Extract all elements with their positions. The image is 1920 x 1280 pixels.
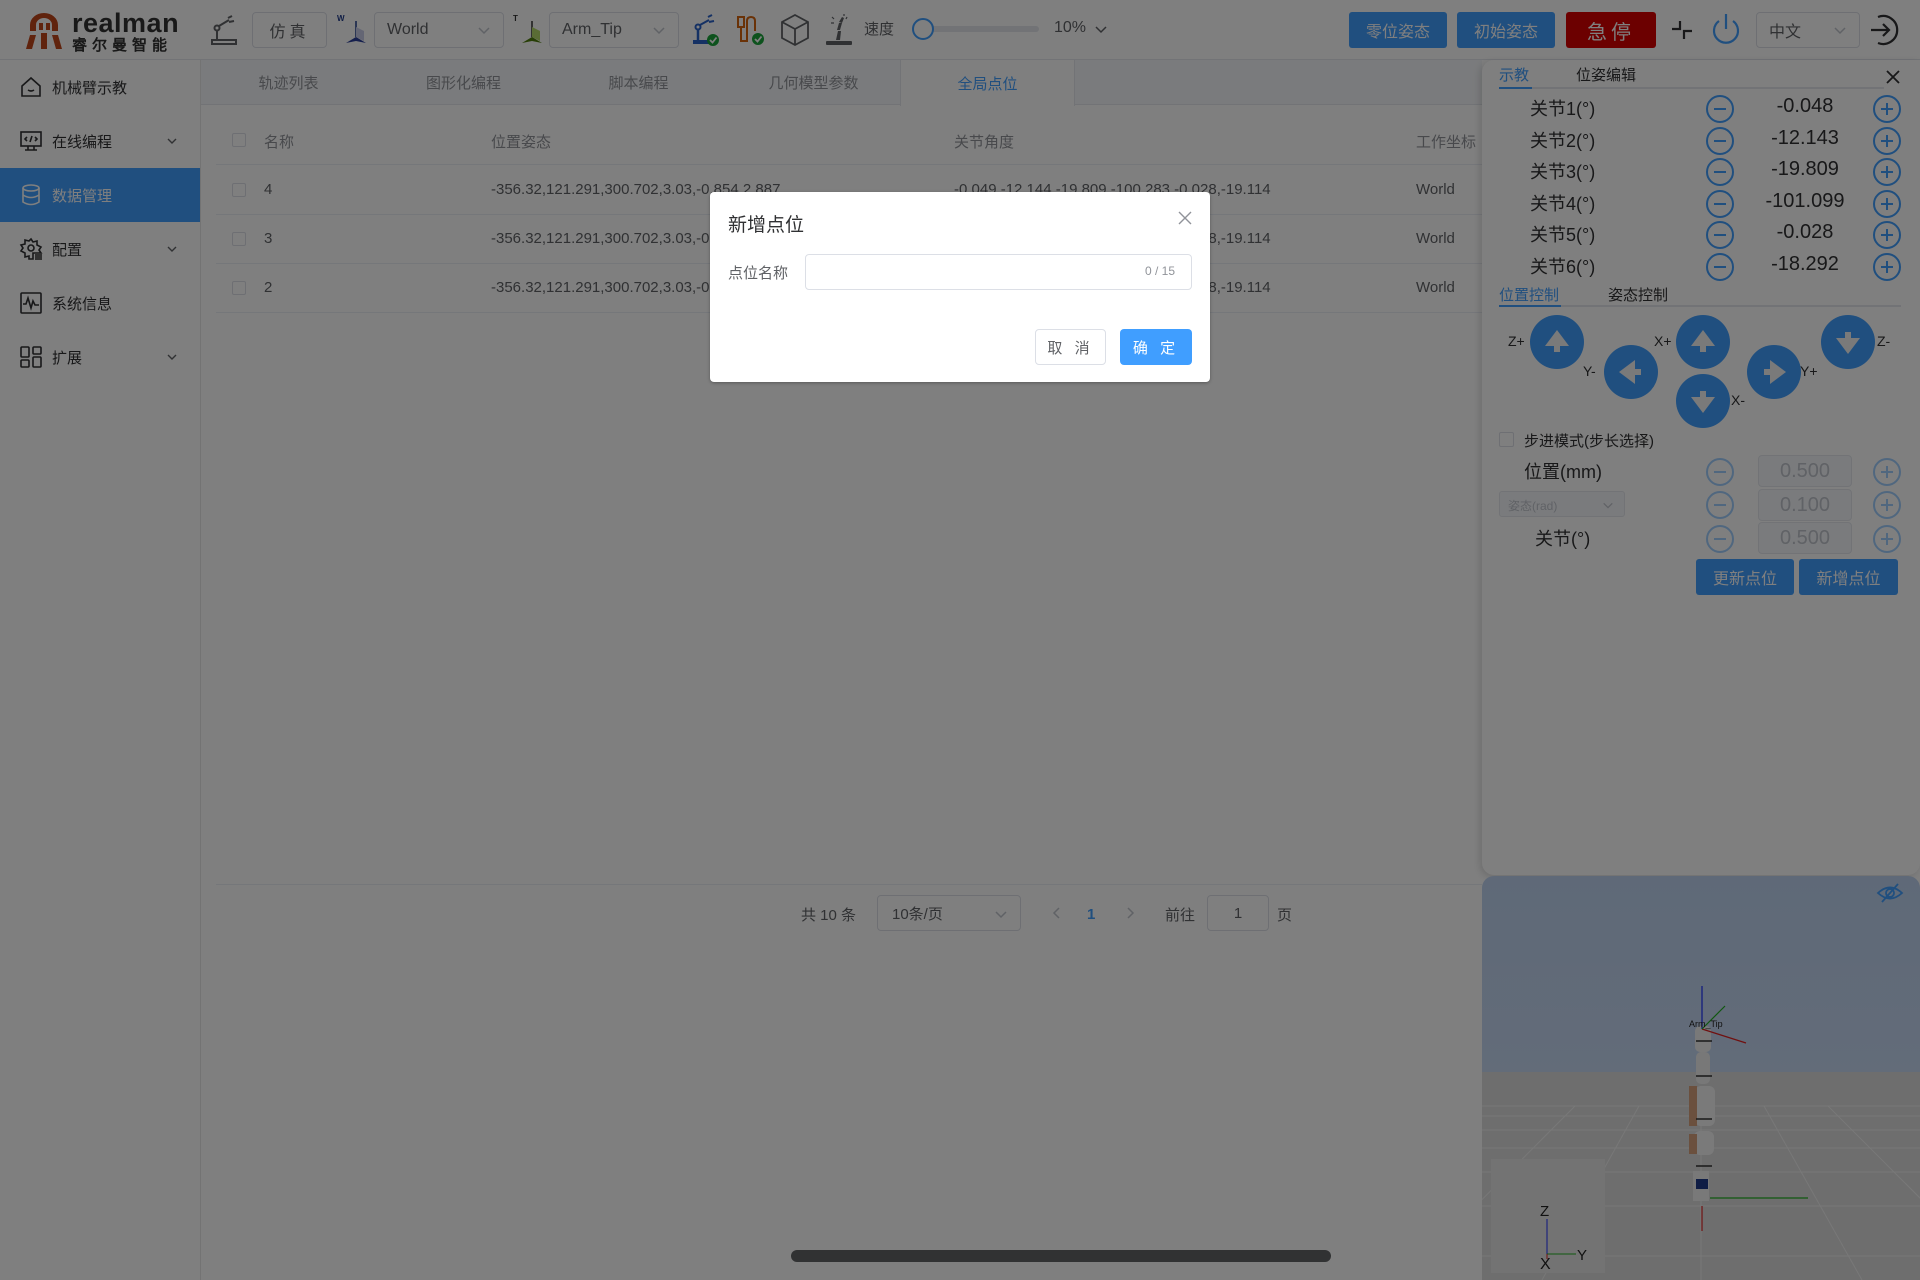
point-name-input[interactable] xyxy=(805,254,1192,290)
dialog-title: 新增点位 xyxy=(728,215,805,236)
confirm-button[interactable]: 确 定 xyxy=(1120,329,1192,365)
close-icon[interactable] xyxy=(1177,210,1193,226)
char-counter: 0 / 15 xyxy=(1145,264,1176,278)
point-name-label: 点位名称 xyxy=(728,265,789,282)
cancel-button[interactable]: 取 消 xyxy=(1035,329,1106,365)
add-point-dialog: 新增点位 点位名称 0 / 15 取 消 确 定 xyxy=(710,192,1210,382)
